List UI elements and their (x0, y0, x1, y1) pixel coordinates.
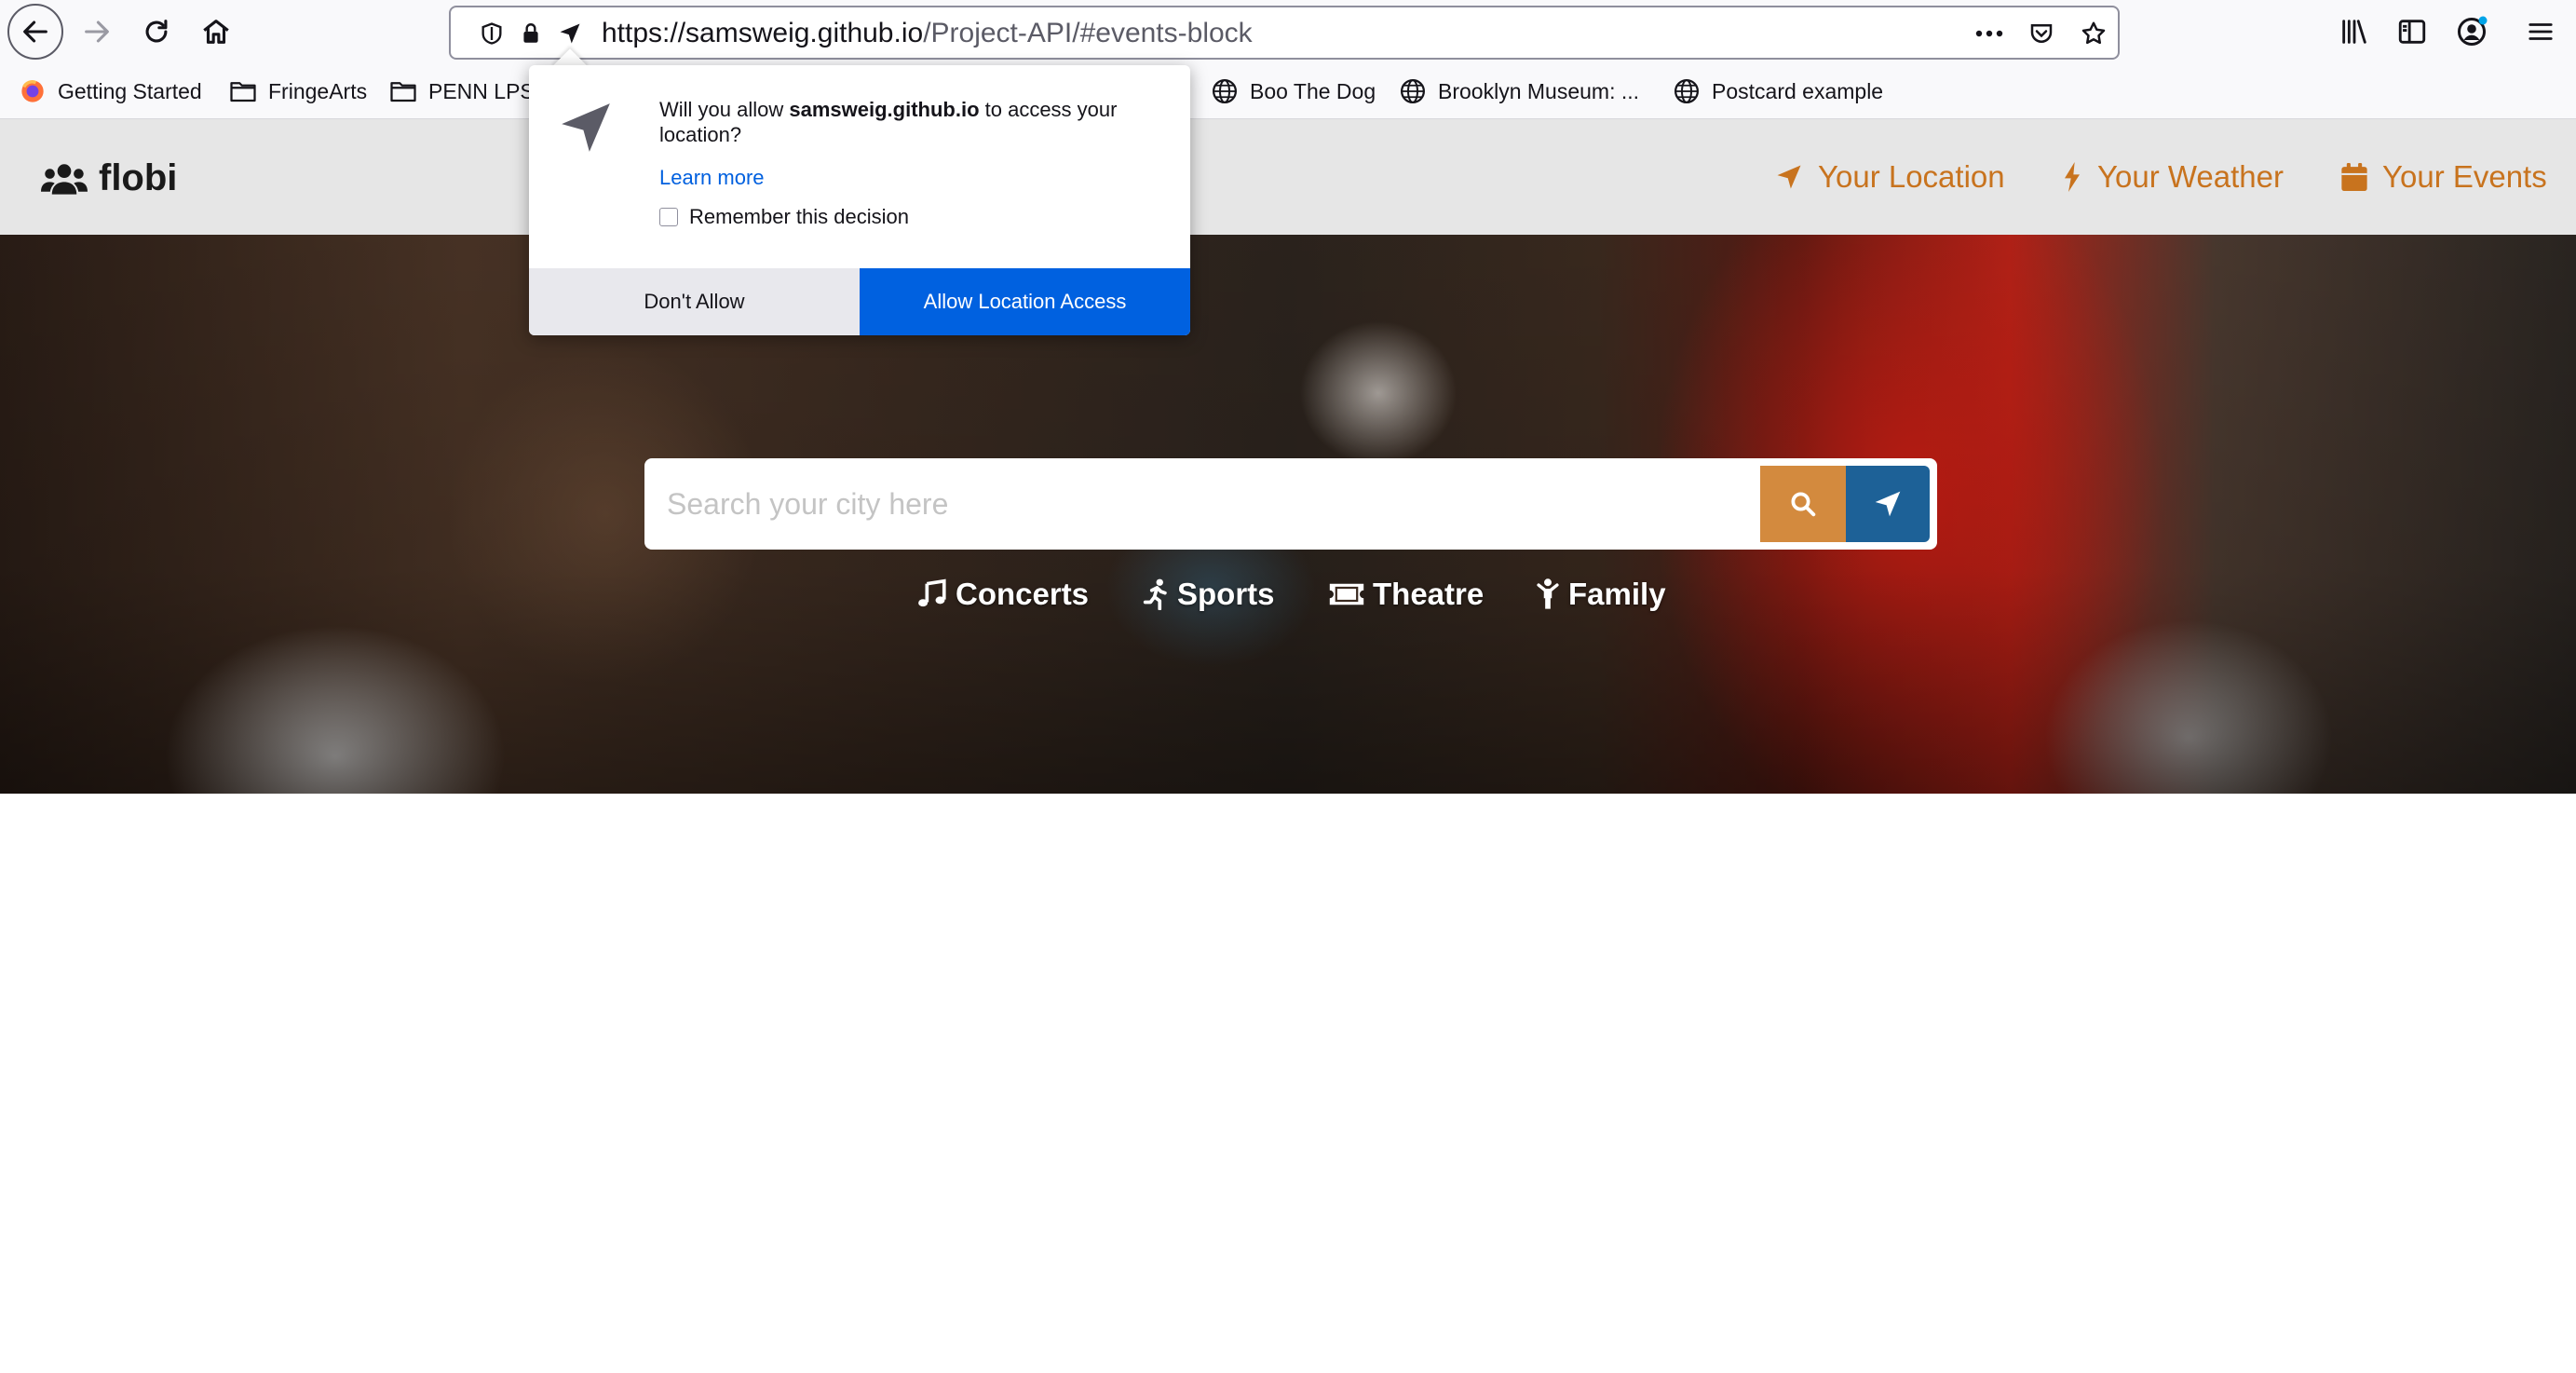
nav-your-events[interactable]: Your Events (2341, 153, 2547, 201)
location-permission-dialog: Will you allow samsweig.github.io to acc… (529, 65, 1190, 335)
back-arrow-icon (23, 20, 47, 43)
page-actions-icon[interactable] (1971, 15, 2008, 52)
location-arrow-icon (557, 99, 615, 161)
bookmark-label: PENN LPS (428, 78, 535, 103)
event-categories: Concerts Sports Theatre Family (0, 568, 2576, 620)
category-label: Concerts (956, 577, 1090, 611)
lock-icon[interactable] (512, 15, 549, 52)
home-button[interactable] (190, 6, 242, 58)
url-bar[interactable]: https://samsweig.github.io/Project-API/#… (449, 6, 2120, 60)
music-icon (916, 578, 948, 610)
nav-your-weather[interactable]: Your Weather (2062, 153, 2284, 201)
bookmark-brooklyn-museum[interactable]: Brooklyn Museum: ... (1399, 73, 1639, 110)
hero-banner: Concerts Sports Theatre Family (0, 235, 2576, 794)
brand-name: flobi (99, 156, 178, 198)
category-family[interactable]: Family (1535, 568, 1666, 620)
sidebar-icon (2398, 20, 2426, 44)
nav-label: Your Location (1818, 159, 2005, 194)
category-label: Sports (1177, 577, 1275, 611)
bookmark-label: Boo The Dog (1250, 78, 1376, 103)
bookmark-star-icon[interactable] (2075, 15, 2112, 52)
sidebar-button[interactable] (2386, 6, 2438, 58)
city-search-input[interactable] (667, 471, 1747, 537)
hamburger-menu-icon (2529, 23, 2553, 40)
reload-icon (145, 20, 168, 43)
bookmark-getting-started[interactable]: Getting Started (19, 73, 202, 110)
bookmarks-toolbar: Getting Started FringeArts PENN LPS Boo … (0, 63, 2576, 119)
firefox-icon (19, 77, 47, 105)
category-sports[interactable]: Sports (1142, 568, 1275, 620)
remember-decision-label: Remember this decision (689, 205, 909, 228)
folder-icon (229, 77, 257, 105)
permission-message-host: samsweig.github.io (789, 98, 980, 121)
folder-icon (389, 77, 417, 105)
permission-message: Will you allow samsweig.github.io to acc… (659, 97, 1162, 147)
bookmark-postcard-example[interactable]: Postcard example (1673, 73, 1883, 110)
category-concerts[interactable]: Concerts (916, 568, 1089, 620)
forward-arrow-icon (85, 20, 109, 43)
nav-label: Your Events (2382, 159, 2547, 194)
account-icon (2458, 16, 2488, 46)
bookmark-boo-the-dog[interactable]: Boo The Dog (1211, 73, 1376, 110)
app-menu-button[interactable] (2515, 6, 2567, 58)
back-button[interactable] (7, 4, 63, 60)
remember-decision[interactable]: Remember this decision (659, 203, 909, 231)
bookmark-fringearts[interactable]: FringeArts (229, 73, 367, 110)
brand-logo[interactable]: flobi (41, 155, 177, 201)
nav-your-location[interactable]: Your Location (1775, 153, 2005, 201)
browser-toolbar: https://samsweig.github.io/Project-API/#… (0, 0, 2576, 63)
reload-button[interactable] (130, 6, 183, 58)
library-button[interactable] (2328, 6, 2380, 58)
search-icon (1791, 492, 1816, 517)
home-icon (203, 20, 229, 44)
bookmark-label: Postcard example (1712, 78, 1884, 103)
allow-location-access-button[interactable]: Allow Location Access (860, 268, 1190, 335)
search-bar (644, 458, 1937, 550)
account-button[interactable] (2446, 6, 2498, 58)
remember-decision-checkbox[interactable] (659, 208, 678, 226)
nav-label: Your Weather (2097, 159, 2284, 194)
bookmark-label: Getting Started (58, 78, 202, 103)
dont-allow-button[interactable]: Don't Allow (529, 268, 860, 335)
category-label: Theatre (1373, 577, 1485, 611)
location-arrow-icon (1875, 491, 1901, 517)
running-icon (1142, 578, 1170, 610)
location-arrow-icon (1775, 163, 1803, 191)
child-icon (1535, 578, 1561, 610)
category-label: Family (1568, 577, 1666, 611)
pocket-icon[interactable] (2023, 15, 2060, 52)
search-button[interactable] (1760, 466, 1846, 542)
location-permission-icon[interactable] (551, 15, 589, 52)
url-path: /Project-API/#events-block (923, 18, 1253, 48)
bolt-icon (2062, 162, 2082, 192)
bookmark-label: Brooklyn Museum: ... (1438, 78, 1640, 103)
url-text[interactable]: https://samsweig.github.io/Project-API/#… (602, 7, 1253, 58)
permission-message-prefix: Will you allow (659, 98, 790, 121)
site-navbar: flobi Your Location Your Weather Your Ev… (0, 119, 2576, 235)
forward-button[interactable] (71, 6, 123, 58)
category-theatre[interactable]: Theatre (1328, 568, 1484, 620)
tracking-shield-icon[interactable] (473, 15, 510, 52)
globe-icon (1673, 77, 1701, 105)
users-icon (41, 161, 88, 195)
learn-more-link[interactable]: Learn more (659, 166, 765, 190)
bookmark-label: FringeArts (268, 78, 368, 103)
use-my-location-button[interactable] (1846, 466, 1930, 542)
bookmark-penn-lps[interactable]: PENN LPS (389, 73, 535, 110)
calendar-icon (2341, 163, 2367, 191)
ticket-icon (1328, 581, 1365, 607)
library-icon (2342, 20, 2366, 44)
globe-icon (1399, 77, 1427, 105)
globe-icon (1211, 77, 1239, 105)
url-host: https://samsweig.github.io (602, 18, 924, 48)
